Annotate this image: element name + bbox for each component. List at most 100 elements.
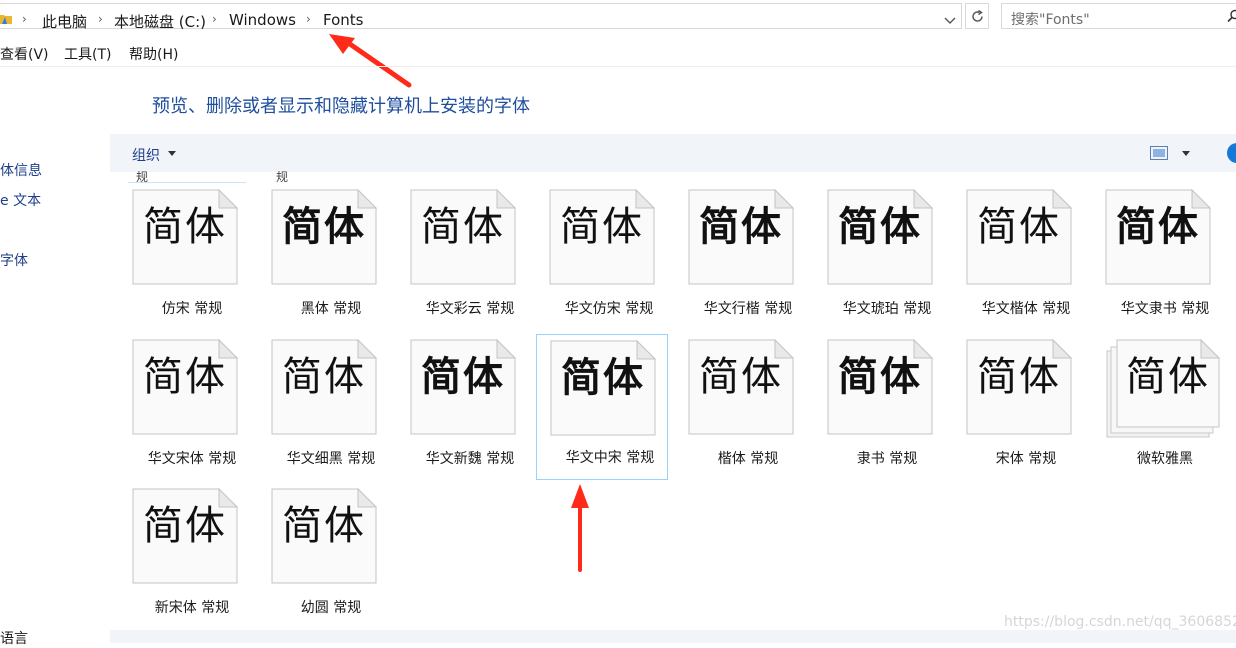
breadcrumb-windows[interactable]: Windows bbox=[229, 11, 296, 29]
refresh-icon bbox=[972, 9, 983, 22]
font-preview-icon: 简体 bbox=[132, 488, 250, 584]
font-preview-icon: 简体 bbox=[410, 339, 528, 435]
address-box[interactable]: › 此电脑 › 本地磁盘 (C:) › Windows › Fonts bbox=[0, 3, 962, 32]
font-preview-icon: 简体 bbox=[1105, 189, 1223, 285]
font-sample-text: 简体 bbox=[838, 354, 922, 400]
sidebar-item-text[interactable]: e 文本 bbox=[0, 190, 41, 210]
font-preview-icon: 简体 bbox=[549, 189, 667, 285]
font-tile[interactable]: 简体隶书 常规 bbox=[822, 336, 954, 482]
font-tile-label: 新宋体 常规 bbox=[154, 600, 230, 616]
font-tile-label: 华文彩云 常规 bbox=[425, 301, 515, 317]
font-sample-text: 简体 bbox=[143, 354, 227, 400]
font-tile-label: 华文楷体 常规 bbox=[981, 301, 1071, 317]
font-preview-icon: 简体 bbox=[688, 189, 806, 285]
breadcrumb-fonts[interactable]: Fonts bbox=[323, 11, 363, 29]
font-tile[interactable]: 简体 华文细黑 常规 bbox=[266, 336, 398, 482]
breadcrumb-local-disk[interactable]: 本地磁盘 (C:) bbox=[114, 11, 206, 32]
font-tile[interactable]: 简体华文楷体 常规 bbox=[961, 186, 1093, 332]
font-tile[interactable]: 简体 华文中宋 常规 bbox=[536, 334, 668, 480]
font-tile-label: 华文行楷 常规 bbox=[703, 301, 793, 317]
font-sample-text: 简体 bbox=[1116, 204, 1200, 250]
help-icon[interactable] bbox=[1227, 143, 1236, 163]
font-preview-icon: 简体 bbox=[550, 340, 668, 436]
font-tile[interactable]: 简体 幼圆 常规 bbox=[266, 485, 398, 631]
font-preview-icon: 简体 bbox=[827, 189, 945, 285]
font-sample-text: 简体 bbox=[421, 354, 505, 400]
caret-down-icon[interactable] bbox=[1182, 151, 1190, 156]
font-preview-icon: 简体 bbox=[966, 189, 1084, 285]
status-bar bbox=[110, 630, 1236, 643]
font-sample-text: 简体 bbox=[1126, 354, 1210, 400]
organize-button[interactable]: 组织 bbox=[132, 145, 160, 165]
font-tile[interactable]: 简体华文新魏 常规 bbox=[405, 336, 537, 482]
font-tile[interactable]: 简体 楷体 常规 bbox=[683, 336, 815, 482]
font-sample-text: 简体 bbox=[282, 204, 366, 250]
font-tile-label: 微软雅黑 bbox=[1137, 451, 1193, 467]
font-tile-label: 华文细黑 常规 bbox=[286, 451, 376, 467]
search-box[interactable]: 搜索"Fonts" bbox=[1001, 3, 1236, 29]
chevron-right-icon: › bbox=[212, 12, 217, 26]
font-sample-text: 简体 bbox=[560, 204, 644, 250]
font-preview-icon: 简体 bbox=[271, 488, 389, 584]
font-sample-text: 简体 bbox=[143, 204, 227, 250]
list-item-label: 规 bbox=[136, 170, 149, 184]
menu-tools[interactable]: 工具(T) bbox=[64, 44, 111, 64]
font-tile[interactable]: 简体华文行楷 常规 bbox=[683, 186, 815, 332]
font-preview-icon: 简体 bbox=[966, 339, 1084, 435]
list-item-label: 规 bbox=[276, 170, 289, 184]
font-sample-text: 简体 bbox=[143, 503, 227, 549]
font-tile-label: 黑体 常规 bbox=[300, 301, 362, 317]
font-tile-label: 华文隶书 常规 bbox=[1120, 301, 1210, 317]
chevron-right-icon: › bbox=[306, 12, 311, 26]
font-tile[interactable]: 简体 微软雅黑 bbox=[1100, 336, 1232, 482]
font-tile-label: 华文宋体 常规 bbox=[147, 451, 237, 467]
font-sample-text: 简体 bbox=[699, 204, 783, 250]
font-preview-icon: 简体 bbox=[827, 339, 945, 435]
font-tile-label: 华文琥珀 常规 bbox=[842, 301, 932, 317]
sidebar-item-fonts[interactable]: 字体 bbox=[0, 250, 28, 270]
refresh-button[interactable] bbox=[965, 3, 989, 29]
font-tile[interactable]: 简体 仿宋 常规 bbox=[127, 186, 259, 332]
chevron-right-icon: › bbox=[22, 12, 27, 26]
font-tile[interactable]: 简体黑体 常规 bbox=[266, 186, 398, 332]
caret-down-icon[interactable] bbox=[168, 151, 176, 156]
font-preview-icon: 简体 bbox=[688, 339, 806, 435]
font-tile-label: 华文中宋 常规 bbox=[565, 450, 655, 466]
font-tile[interactable]: 简体 华文琥珀 常规 bbox=[822, 186, 954, 332]
font-tile[interactable]: 简体新宋体 常规 bbox=[127, 485, 259, 631]
menu-help[interactable]: 帮助(H) bbox=[129, 44, 178, 64]
breadcrumb-this-pc[interactable]: 此电脑 bbox=[42, 11, 87, 32]
menu-view[interactable]: 查看(V) bbox=[0, 44, 49, 64]
menu-bar: 查看(V) 工具(T) 帮助(H) bbox=[0, 38, 1236, 67]
font-preview-icon: 简体 bbox=[410, 189, 528, 285]
font-tile[interactable]: 简体宋体 常规 bbox=[961, 336, 1093, 482]
font-sample-text: 简体 bbox=[977, 204, 1061, 250]
font-preview-icon: 简体 bbox=[132, 189, 250, 285]
font-sample-text: 简体 bbox=[421, 204, 505, 250]
font-tile-label: 隶书 常规 bbox=[856, 451, 918, 467]
font-sample-text: 简体 bbox=[282, 503, 366, 549]
command-bar: 组织 bbox=[110, 134, 1236, 172]
view-mode-icon[interactable] bbox=[1150, 146, 1168, 160]
font-tile[interactable]: 简体华文仿宋 常规 bbox=[544, 186, 676, 332]
font-tile[interactable]: 简体华文隶书 常规 bbox=[1100, 186, 1232, 332]
chevron-down-icon[interactable] bbox=[943, 13, 957, 27]
watermark: https://blog.csdn.net/qq_36068521 bbox=[1004, 614, 1236, 630]
sidebar-item-language[interactable]: 语言 bbox=[0, 628, 28, 648]
chevron-right-icon: › bbox=[98, 12, 103, 26]
annotation-arrow-middle bbox=[571, 484, 589, 572]
font-tile[interactable]: 简体华文宋体 常规 bbox=[127, 336, 259, 482]
search-input[interactable]: 搜索"Fonts" bbox=[1011, 9, 1090, 29]
page-title: 预览、删除或者显示和隐藏计算机上安装的字体 bbox=[152, 96, 530, 117]
font-tile-label: 宋体 常规 bbox=[995, 451, 1057, 467]
font-tile[interactable]: 简体华文彩云 常规 bbox=[405, 186, 537, 332]
font-tile-label: 华文新魏 常规 bbox=[425, 451, 515, 467]
font-tile-label: 华文仿宋 常规 bbox=[564, 301, 654, 317]
font-sample-text: 简体 bbox=[977, 354, 1061, 400]
font-preview-icon: 简体 bbox=[132, 339, 250, 435]
search-icon bbox=[1227, 9, 1236, 23]
font-tile-label: 楷体 常规 bbox=[717, 451, 779, 467]
address-bar: › 此电脑 › 本地磁盘 (C:) › Windows › Fonts 搜索"F… bbox=[0, 0, 1236, 32]
font-preview-icon: 简体 bbox=[271, 189, 389, 285]
sidebar-item-font-info[interactable]: 体信息 bbox=[0, 160, 42, 180]
